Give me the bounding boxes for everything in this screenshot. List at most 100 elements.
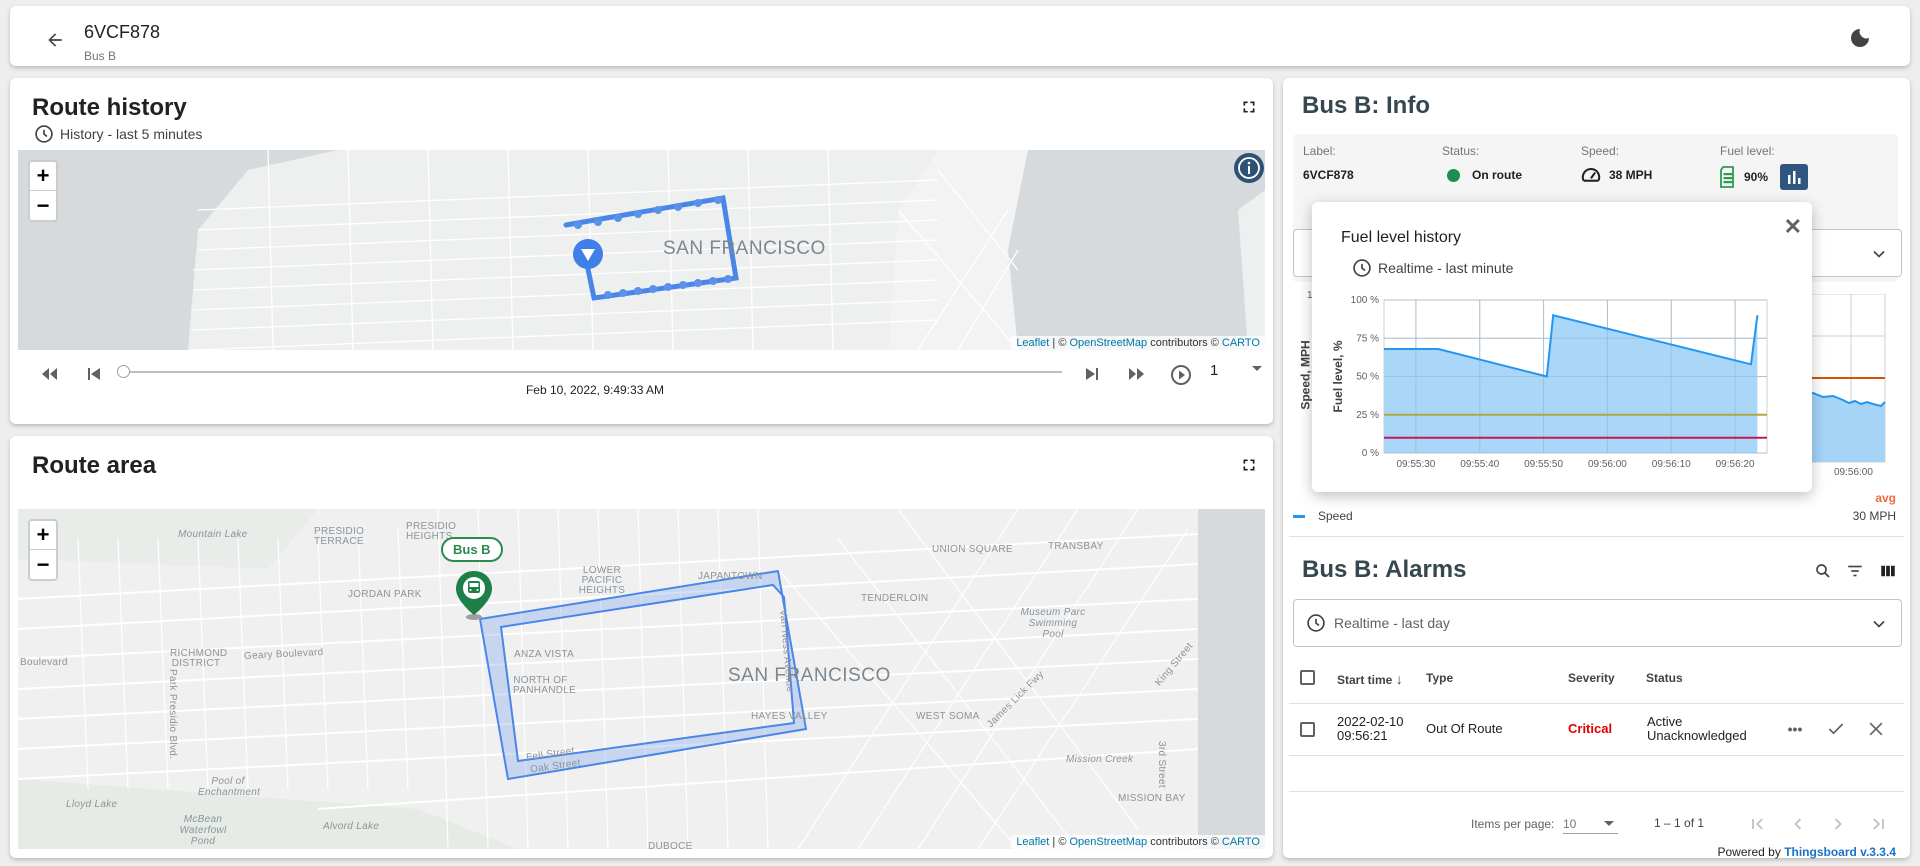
route-history-timewindow[interactable]: History - last 5 minutes (34, 124, 202, 144)
items-per-page-select[interactable]: 10 (1563, 814, 1618, 834)
items-per-page-label: Items per page: (1471, 817, 1555, 831)
attr-contrib: contributors © (1147, 337, 1222, 349)
column-header-type[interactable]: Type (1426, 671, 1453, 685)
previous-page-icon[interactable] (1788, 814, 1808, 834)
speed-chart-ylabel: Speed, MPH (1298, 340, 1313, 410)
fast-forward-icon[interactable] (1126, 366, 1146, 382)
alarm-type: Out Of Route (1426, 721, 1503, 736)
x-tick-label: 09:55:30 (1396, 459, 1435, 470)
back-arrow-icon[interactable] (44, 30, 66, 50)
bus-marker-label: Bus B (441, 537, 503, 562)
speed-legend-label[interactable]: Speed (1318, 509, 1353, 523)
skip-next-icon[interactable] (1084, 366, 1100, 382)
first-page-icon[interactable] (1748, 814, 1768, 834)
alarm-start-date: 2022-02-10 (1337, 714, 1404, 729)
carto-link[interactable]: CARTO (1222, 337, 1260, 349)
progress-track[interactable] (122, 371, 1062, 373)
bus-marker-icon[interactable] (454, 569, 494, 621)
leaflet-link[interactable]: Leaflet (1016, 836, 1049, 848)
zoom-in-button[interactable]: + (30, 521, 56, 550)
x-tick-label: 09:55:50 (1524, 459, 1563, 470)
columns-icon[interactable] (1879, 562, 1897, 580)
fullscreen-icon[interactable] (1241, 457, 1257, 473)
carto-link[interactable]: CARTO (1222, 836, 1260, 848)
osm-link[interactable]: OpenStreetMap (1069, 337, 1147, 349)
table-row[interactable]: 2022-02-10 09:56:21 Out Of Route Critica… (1289, 704, 1904, 755)
zoom-out-button[interactable]: − (30, 550, 56, 579)
alarm-start-time: 09:56:21 (1337, 728, 1388, 743)
device-subtitle: Bus B (84, 49, 117, 63)
progress-thumb[interactable] (117, 365, 130, 378)
divider (1289, 536, 1904, 537)
powered-by: Powered by Thingsboard v.3.3.4 (1717, 845, 1896, 859)
map-city-label: SAN FRANCISCO (663, 238, 826, 259)
next-page-icon[interactable] (1828, 814, 1848, 834)
leaflet-link[interactable]: Leaflet (1016, 337, 1049, 349)
route-history-title: Route history (32, 94, 187, 121)
status-caption: Status: (1442, 144, 1480, 158)
map-label: Pool of Enchantment (198, 776, 261, 798)
speed-multiplier-value: 1 (1210, 362, 1219, 379)
search-icon[interactable] (1814, 562, 1832, 580)
clock-icon (35, 125, 53, 143)
y-tick-label: 50 % (1356, 372, 1379, 383)
more-details-icon[interactable]: ••• (1785, 719, 1805, 739)
select-all-checkbox[interactable] (1300, 670, 1315, 685)
map-label: McBean Waterfowl Pond (179, 814, 227, 847)
divider (1289, 755, 1904, 756)
map-label: Mission Creek (1066, 754, 1134, 765)
alarms-timewindow-select[interactable]: Realtime - last day (1293, 599, 1902, 647)
zoom-out-button[interactable]: − (30, 191, 56, 220)
route-area-title: Route area (32, 452, 157, 479)
map-label: TENDERLOIN (861, 593, 929, 604)
fuel-history-button[interactable] (1780, 164, 1809, 190)
thingsboard-link[interactable]: Thingsboard v.3.3.4 (1784, 845, 1896, 859)
acknowledge-check-icon[interactable] (1826, 719, 1846, 739)
label-caption: Label: (1303, 144, 1336, 158)
route-history-map[interactable]: SAN FRANCISCO + − Leaflet | © OpenStreet… (18, 150, 1265, 350)
filter-icon[interactable] (1846, 562, 1864, 580)
last-page-icon[interactable] (1868, 814, 1888, 834)
map-attribution: Leaflet | © OpenStreetMap contributors ©… (1011, 835, 1265, 849)
start-time-header-label: Start time (1337, 673, 1393, 687)
sort-arrow-down-icon: ↓ (1395, 671, 1403, 687)
fuel-level-chart: 0 % 25 % 50 % 75 % 100 % 09:55:30 09:55:40 09:5… (1331, 295, 1768, 470)
page-range: 1 – 1 of 1 (1654, 816, 1705, 830)
osm-link[interactable]: OpenStreetMap (1069, 836, 1147, 848)
map-label: ANZA VISTA (514, 649, 575, 660)
chevron-down-icon (1873, 620, 1885, 628)
map-label: PRESIDIO TERRACE (314, 526, 365, 547)
y-tick-label: 100 % (1351, 295, 1379, 306)
label-value-text: 6VCF878 (1303, 168, 1354, 182)
speed-avg-caption: avg (1875, 491, 1896, 505)
bar-chart-icon (1788, 171, 1801, 184)
column-header-status[interactable]: Status (1646, 671, 1683, 685)
zoom-control: + − (28, 519, 58, 581)
row-checkbox[interactable] (1300, 722, 1315, 737)
skip-previous-icon[interactable] (86, 366, 102, 382)
map-tiles (18, 509, 1265, 849)
fast-rewind-icon[interactable] (40, 366, 60, 382)
dark-mode-moon-icon[interactable] (1848, 26, 1872, 50)
fuel-text: 90% (1744, 170, 1769, 184)
x-tick-label: 09:56:00 (1588, 459, 1627, 470)
y-tick-label: 0 % (1362, 448, 1379, 459)
dropdown-arrow-icon (1252, 366, 1262, 371)
info-icon[interactable] (1233, 152, 1265, 184)
x-tick-label: 09:56:20 (1716, 459, 1755, 470)
dropdown-arrow-icon (1604, 821, 1614, 826)
trip-player: 1 Feb 10, 2022, 9:49:33 AM (10, 358, 1268, 406)
powered-by-text: Powered by (1717, 845, 1785, 859)
map-label: Boulevard (20, 657, 68, 668)
column-header-severity[interactable]: Severity (1568, 671, 1615, 685)
status-text: On route (1472, 168, 1522, 182)
speed-text: 38 MPH (1609, 168, 1653, 182)
column-header-start-time[interactable]: Start time ↓ (1337, 671, 1403, 687)
speed-legend-swatch (1293, 515, 1305, 518)
clear-close-icon[interactable] (1866, 719, 1886, 739)
fullscreen-icon[interactable] (1241, 99, 1257, 115)
alarms-timewindow-label: Realtime - last day (1334, 615, 1450, 631)
speed-multiplier-select[interactable]: 1 (1210, 362, 1270, 382)
route-area-map[interactable]: Mountain Lake PRESIDIO TERRACE PRESIDIO … (18, 509, 1265, 849)
zoom-in-button[interactable]: + (30, 162, 56, 191)
